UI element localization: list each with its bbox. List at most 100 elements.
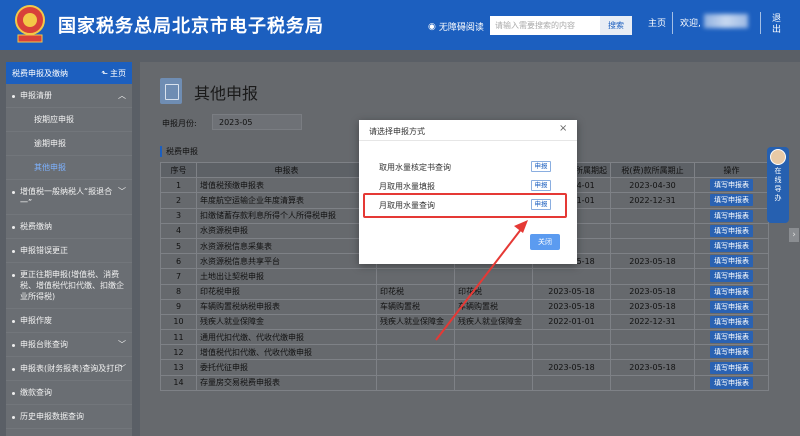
row-number: 14 — [160, 374, 197, 391]
form-name: 土地出让契税申报 — [196, 268, 377, 285]
tax-type: 车辆购置税 — [376, 298, 455, 315]
assistant-avatar-icon — [770, 149, 786, 165]
sidebar-home-link[interactable]: ⬑ 主页 — [101, 68, 126, 79]
period-end — [610, 222, 695, 239]
sidebar-item-declaration-list[interactable]: 申报清册 ︿ — [6, 84, 132, 108]
tax-item — [454, 329, 533, 346]
operation-cell: 填写申报表 — [694, 177, 769, 194]
tax-type: 印花税 — [376, 283, 455, 300]
row-number: 12 — [160, 344, 197, 361]
search-input[interactable] — [490, 16, 600, 35]
period-end: 2023-05-18 — [610, 298, 695, 315]
operation-cell: 填写申报表 — [694, 359, 769, 376]
sidebar-item-void[interactable]: 申报作废 — [6, 309, 132, 333]
period-start — [532, 374, 611, 391]
select-method-dialog: 请选择申报方式 × 取用水量核定书查询 申报 月取用水量填报 申报 月取用水量查… — [359, 120, 577, 264]
dialog-title: 请选择申报方式 — [369, 127, 425, 136]
period-start — [532, 268, 611, 285]
period-start — [532, 329, 611, 346]
operation-cell: 填写申报表 — [694, 374, 769, 391]
row-number: 13 — [160, 359, 197, 376]
form-name: 水资源税信息共享平台 — [196, 253, 377, 270]
sidebar-item-ledger-query[interactable]: 申报台账查询 ﹀ — [6, 333, 132, 357]
form-name: 委托代征申报 — [196, 359, 377, 376]
form-name: 印花税申报 — [196, 283, 377, 300]
sidebar-subitem-scheduled[interactable]: 按期应申报 — [6, 108, 132, 132]
declare-button[interactable]: 申报 — [531, 180, 551, 191]
logout-link[interactable]: 退出 — [772, 14, 786, 36]
form-name: 水资源税申报 — [196, 222, 377, 239]
sidebar-item-payment-query[interactable]: 缴款查询 — [6, 381, 132, 405]
tax-item: 车辆购置税 — [454, 298, 533, 315]
form-name: 水资源税信息采集表 — [196, 237, 377, 255]
sidebar-subitem-other[interactable]: 其他申报 — [6, 156, 132, 180]
page-title: 其他申报 — [194, 84, 259, 103]
document-icon — [160, 78, 182, 104]
period-label: 申报月份: — [162, 119, 197, 128]
tax-type — [376, 374, 455, 391]
sidebar-item-report-print[interactable]: 申报表(财务报表)查询及打印 ﹀ — [6, 357, 132, 381]
fill-form-button[interactable]: 填写申报表 — [710, 240, 753, 253]
sidebar-item-error-correction[interactable]: 申报错误更正 — [6, 239, 132, 263]
fill-form-button[interactable]: 填写申报表 — [710, 224, 753, 237]
sidebar-item-past-correction[interactable]: 更正往期申报(增值税、消费税、增值税代扣代缴、扣缴企业所得税) — [6, 263, 132, 309]
fill-form-button[interactable]: 填写申报表 — [710, 255, 753, 268]
sidebar-item-vat-refund[interactable]: 增值税一般纳税人“报退合一” ﹀ — [6, 180, 132, 215]
fill-form-button[interactable]: 填写申报表 — [710, 270, 753, 283]
table-row: 8 印花税申报 印花税 印花税 2023-05-18 2023-05-18 填写申报表 — [160, 283, 769, 300]
fill-form-button[interactable]: 填写申报表 — [710, 194, 753, 207]
period-field[interactable]: 2023-05 — [212, 114, 302, 130]
close-button[interactable]: 关闭 — [530, 234, 560, 250]
period-end — [610, 237, 695, 255]
fill-form-button[interactable]: 填写申报表 — [710, 361, 753, 374]
fill-form-button[interactable]: 填写申报表 — [710, 331, 753, 344]
sidebar-header: 税费申报及缴纳 ⬑ 主页 — [6, 62, 132, 84]
accessible-reading-link[interactable]: ◉ 无障碍阅读 — [428, 20, 484, 34]
period-start: 2023-05-18 — [532, 283, 611, 300]
home-link[interactable]: 主页 — [648, 16, 666, 29]
header-divider — [672, 12, 673, 34]
side-arrow-icon[interactable]: › — [789, 228, 799, 242]
fill-form-button[interactable]: 填写申报表 — [710, 285, 753, 298]
eye-icon: ◉ — [428, 21, 436, 32]
highlight-box — [363, 193, 567, 218]
sidebar-item-tax-payment[interactable]: 税费缴纳 — [6, 215, 132, 239]
period-end — [610, 329, 695, 346]
section-title: 税费申报 — [160, 146, 198, 157]
tax-type — [376, 359, 455, 376]
period-start: 2022-01-01 — [532, 313, 611, 331]
fill-form-button[interactable]: 填写申报表 — [710, 346, 753, 359]
sidebar-item-label: 申报清册 — [20, 91, 52, 100]
close-icon[interactable]: × — [559, 123, 567, 134]
fill-form-button[interactable]: 填写申报表 — [710, 209, 753, 222]
operation-cell: 填写申报表 — [694, 298, 769, 315]
fill-form-button[interactable]: 填写申报表 — [710, 315, 753, 328]
operation-cell: 填写申报表 — [694, 344, 769, 361]
back-arrow-icon: ⬑ — [101, 68, 108, 78]
sidebar-item-label: 增值税一般纳税人“报退合一” — [20, 187, 113, 207]
col-header: 序号 — [160, 161, 197, 179]
period-end — [610, 344, 695, 361]
tax-type: 残疾人就业保障金 — [376, 313, 455, 331]
operation-cell: 填写申报表 — [694, 283, 769, 300]
chevron-down-icon: ﹀ — [118, 187, 126, 196]
fill-form-button[interactable]: 填写申报表 — [710, 179, 753, 192]
operation-cell: 填写申报表 — [694, 237, 769, 255]
row-number: 2 — [160, 192, 197, 209]
fill-form-button[interactable]: 填写申报表 — [710, 376, 753, 389]
sidebar-item-history-query[interactable]: 历史申报数据查询 — [6, 405, 132, 429]
search-button[interactable]: 搜索 — [600, 16, 632, 35]
row-number: 5 — [160, 237, 197, 255]
operation-cell: 填写申报表 — [694, 268, 769, 285]
fill-form-button[interactable]: 填写申报表 — [710, 300, 753, 313]
declare-button[interactable]: 申报 — [531, 161, 551, 172]
form-name: 增值税预缴申报表 — [196, 177, 377, 194]
form-name: 通用代扣代缴、代收代缴申报 — [196, 329, 377, 346]
sidebar-subitem-overdue[interactable]: 逾期申报 — [6, 132, 132, 156]
online-guide-button[interactable]: 在线导办 — [767, 147, 789, 223]
period-end: 2023-05-18 — [610, 253, 695, 270]
sidebar-item-label: 申报表(财务报表)查询及打印 — [20, 364, 123, 373]
period-end: 2023-05-18 — [610, 283, 695, 300]
tax-item — [454, 359, 533, 376]
operation-cell: 填写申报表 — [694, 329, 769, 346]
